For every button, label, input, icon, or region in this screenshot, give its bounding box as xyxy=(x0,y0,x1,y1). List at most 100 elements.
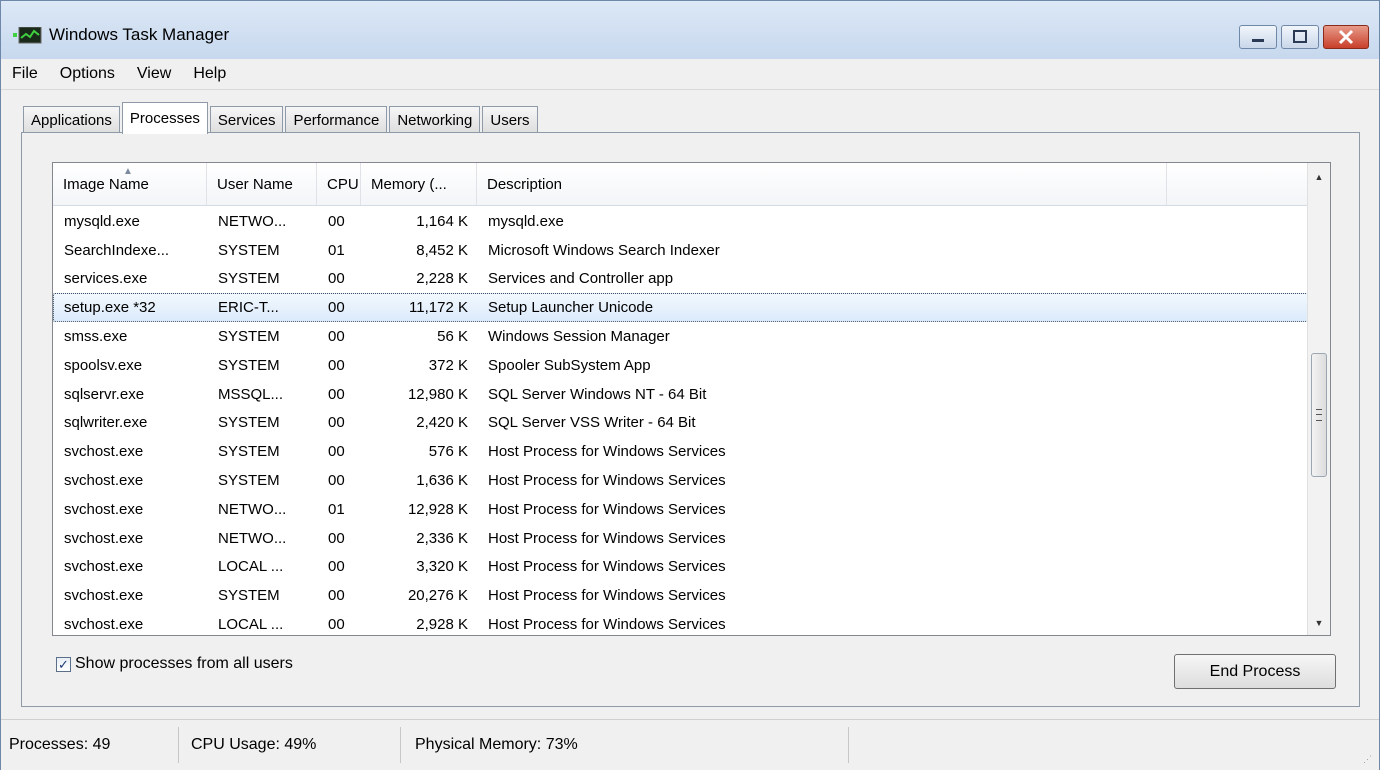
cell-cpu: 00 xyxy=(328,472,345,490)
tab-strip: Applications Processes Services Performa… xyxy=(23,102,540,134)
table-row[interactable]: mysqld.exe NETWO... 00 1,164 K mysqld.ex… xyxy=(53,207,1310,236)
table-row[interactable]: svchost.exe NETWO... 00 2,336 K Host Pro… xyxy=(53,524,1310,553)
cell-description: Spooler SubSystem App xyxy=(488,356,651,374)
cell-user-name: SYSTEM xyxy=(218,328,280,346)
table-row[interactable]: sqlservr.exe MSSQL... 00 12,980 K SQL Se… xyxy=(53,380,1310,409)
show-all-users-option[interactable]: ✓ Show processes from all users xyxy=(56,655,293,673)
table-row[interactable]: svchost.exe LOCAL ... 00 3,320 K Host Pr… xyxy=(53,553,1310,582)
scroll-down-arrow-icon[interactable]: ▼ xyxy=(1308,613,1330,633)
table-row[interactable]: svchost.exe SYSTEM 00 20,276 K Host Proc… xyxy=(53,581,1310,610)
vertical-scrollbar[interactable]: ▲ ▼ xyxy=(1307,163,1330,635)
cell-memory: 2,420 K xyxy=(416,414,468,432)
close-icon xyxy=(1338,29,1354,45)
cell-user-name: SYSTEM xyxy=(218,587,280,605)
cell-memory: 1,636 K xyxy=(416,472,468,490)
cell-user-name: ERIC-T... xyxy=(218,299,279,317)
cell-image-name: spoolsv.exe xyxy=(64,356,143,374)
cell-description: Host Process for Windows Services xyxy=(488,587,726,605)
status-processes: Processes: 49 xyxy=(1,727,179,763)
table-row[interactable]: spoolsv.exe SYSTEM 00 372 K Spooler SubS… xyxy=(53,351,1310,380)
column-header-filler xyxy=(1167,163,1310,205)
cell-user-name: SYSTEM xyxy=(218,414,280,432)
table-row[interactable]: svchost.exe NETWO... 01 12,928 K Host Pr… xyxy=(53,495,1310,524)
menu-help[interactable]: Help xyxy=(182,65,237,83)
client-area: Applications Processes Services Performa… xyxy=(1,90,1379,720)
tab-processes[interactable]: Processes xyxy=(121,102,208,134)
cell-description: Host Process for Windows Services xyxy=(488,472,726,490)
cell-image-name: svchost.exe xyxy=(64,558,144,576)
cell-description: Services and Controller app xyxy=(488,270,674,288)
status-physical-memory: Physical Memory: 73% xyxy=(401,727,849,763)
table-row[interactable]: SearchIndexe... SYSTEM 01 8,452 K Micros… xyxy=(53,236,1310,265)
maximize-icon xyxy=(1293,30,1307,43)
table-row[interactable]: svchost.exe SYSTEM 00 576 K Host Process… xyxy=(53,437,1310,466)
cell-image-name: services.exe xyxy=(64,270,148,288)
column-header-cpu[interactable]: CPU xyxy=(317,163,361,205)
cell-cpu: 00 xyxy=(328,356,345,374)
cell-user-name: SYSTEM xyxy=(218,443,280,461)
tab-users[interactable]: Users xyxy=(482,106,538,133)
cell-cpu: 00 xyxy=(328,385,345,403)
column-header-memory[interactable]: Memory (... xyxy=(361,163,477,205)
tab-performance[interactable]: Performance xyxy=(285,106,388,133)
scrollbar-thumb[interactable] xyxy=(1311,353,1327,477)
processes-panel: ▲ Image Name User Name CPU Memory (... D… xyxy=(21,132,1360,707)
cell-description: Setup Launcher Unicode xyxy=(488,299,654,317)
cell-memory: 12,928 K xyxy=(407,500,468,518)
process-rows: mysqld.exe NETWO... 00 1,164 K mysqld.ex… xyxy=(53,207,1310,635)
cell-image-name: svchost.exe xyxy=(64,587,144,605)
column-header-description[interactable]: Description xyxy=(477,163,1167,205)
menu-bar: File Options View Help xyxy=(1,59,1379,90)
cell-user-name: SYSTEM xyxy=(218,270,280,288)
cell-memory: 2,336 K xyxy=(416,529,468,547)
column-header-image-name[interactable]: ▲ Image Name xyxy=(53,163,207,205)
table-row[interactable]: svchost.exe LOCAL ... 00 2,928 K Host Pr… xyxy=(53,610,1310,635)
status-cpu-usage: CPU Usage: 49% xyxy=(179,727,401,763)
cell-memory: 576 K xyxy=(428,443,468,461)
cell-cpu: 01 xyxy=(328,500,345,518)
show-all-users-label[interactable]: Show processes from all users xyxy=(75,655,293,673)
end-process-button[interactable]: End Process xyxy=(1174,654,1336,689)
table-row[interactable]: sqlwriter.exe SYSTEM 00 2,420 K SQL Serv… xyxy=(53,409,1310,438)
maximize-button[interactable] xyxy=(1281,25,1319,49)
tab-services[interactable]: Services xyxy=(209,106,284,133)
cell-description: Host Process for Windows Services xyxy=(488,443,726,461)
close-button[interactable] xyxy=(1323,25,1369,49)
cell-user-name: NETWO... xyxy=(218,529,287,547)
cell-memory: 372 K xyxy=(428,356,468,374)
cell-image-name: SearchIndexe... xyxy=(64,241,170,259)
cell-user-name: LOCAL ... xyxy=(218,558,284,576)
cell-cpu: 00 xyxy=(328,414,345,432)
column-header-user-name[interactable]: User Name xyxy=(207,163,317,205)
cell-cpu: 01 xyxy=(328,241,345,259)
table-row[interactable]: services.exe SYSTEM 00 2,228 K Services … xyxy=(53,265,1310,294)
cell-memory: 12,980 K xyxy=(407,385,468,403)
table-row[interactable]: svchost.exe SYSTEM 00 1,636 K Host Proce… xyxy=(53,466,1310,495)
table-row-selected[interactable]: setup.exe *32 ERIC-T... 00 11,172 K Setu… xyxy=(53,293,1310,323)
sort-ascending-icon: ▲ xyxy=(123,166,133,177)
resize-grip-icon[interactable]: ⋰ xyxy=(1363,754,1373,764)
cell-description: SQL Server Windows NT - 64 Bit xyxy=(488,385,707,403)
minimize-button[interactable] xyxy=(1239,25,1277,49)
cell-user-name: NETWO... xyxy=(218,500,287,518)
cell-image-name: svchost.exe xyxy=(64,616,144,634)
title-bar[interactable]: Windows Task Manager xyxy=(1,1,1379,59)
table-row[interactable]: smss.exe SYSTEM 00 56 K Windows Session … xyxy=(53,322,1310,351)
cell-memory: 11,172 K xyxy=(409,299,468,317)
process-list[interactable]: ▲ Image Name User Name CPU Memory (... D… xyxy=(52,162,1331,636)
scroll-up-arrow-icon[interactable]: ▲ xyxy=(1308,167,1330,187)
cell-image-name: mysqld.exe xyxy=(64,212,140,230)
menu-view[interactable]: View xyxy=(126,65,182,83)
cell-image-name: sqlservr.exe xyxy=(64,385,145,403)
cell-user-name: LOCAL ... xyxy=(218,616,284,634)
menu-file[interactable]: File xyxy=(1,65,49,83)
tab-networking[interactable]: Networking xyxy=(389,106,481,133)
list-header: ▲ Image Name User Name CPU Memory (... D… xyxy=(53,163,1310,206)
show-all-users-checkbox[interactable]: ✓ xyxy=(56,656,71,672)
menu-options[interactable]: Options xyxy=(49,65,126,83)
cell-image-name: setup.exe *32 xyxy=(64,299,156,317)
tab-applications[interactable]: Applications xyxy=(23,106,120,133)
cell-image-name: sqlwriter.exe xyxy=(64,414,148,432)
grip-icon xyxy=(1316,409,1322,421)
cell-description: Host Process for Windows Services xyxy=(488,500,726,518)
